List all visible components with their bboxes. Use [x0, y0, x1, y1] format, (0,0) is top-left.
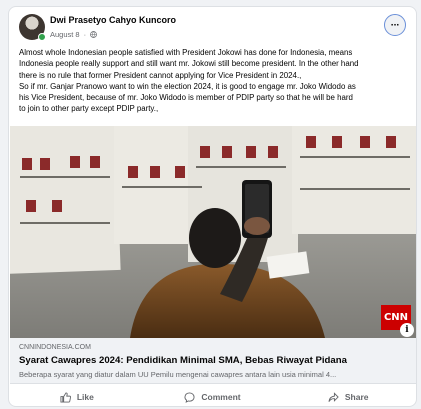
link-preview-image[interactable]: CNN i: [10, 126, 416, 338]
separator: ·: [83, 30, 87, 39]
globe-icon[interactable]: [90, 31, 97, 38]
post-text-line: there is no rule that former President c…: [19, 70, 302, 80]
post-actions: Like Comment Share: [9, 386, 416, 406]
post-date[interactable]: August 8: [50, 30, 80, 39]
link-description: Beberapa syarat yang diatur dalam UU Pem…: [19, 370, 337, 379]
post-text-line: So if mr. Ganjar Pranowo want to win the…: [19, 81, 356, 91]
like-label: Like: [76, 392, 94, 402]
post-header: Dwi Prasetyo Cahyo Kuncoro August 8 · ··…: [9, 7, 416, 45]
comment-icon: [184, 391, 195, 403]
post-card: Dwi Prasetyo Cahyo Kuncoro August 8 · ··…: [8, 6, 417, 407]
election-poster-photo: [10, 126, 416, 338]
link-preview[interactable]: CNNINDONESIA.COM Syarat Cawapres 2024: P…: [10, 338, 416, 384]
post-text-line: Indonesia people really support and stil…: [19, 59, 359, 69]
link-domain: CNNINDONESIA.COM: [19, 344, 91, 351]
link-title[interactable]: Syarat Cawapres 2024: Pendidikan Minimal…: [19, 355, 347, 366]
post-text: Almost whole Indonesian people satisfied…: [19, 47, 411, 115]
more-options-button[interactable]: ···: [384, 14, 406, 36]
thumbs-up-icon: [60, 391, 71, 403]
share-icon: [328, 391, 339, 402]
author-name[interactable]: Dwi Prasetyo Cahyo Kuncoro: [50, 15, 176, 25]
post-text-line: to join to other party except PDIP party…: [19, 104, 159, 114]
comment-label: Comment: [201, 392, 241, 402]
info-icon[interactable]: i: [400, 323, 414, 337]
share-label: Share: [344, 392, 369, 402]
online-status-indicator: [38, 33, 46, 41]
post-meta: August 8 ·: [50, 30, 97, 39]
post-text-line: his Vice President, because of mr. Joko …: [19, 93, 353, 103]
comment-button[interactable]: Comment: [145, 386, 281, 406]
post-text-line: Almost whole Indonesian people satisfied…: [19, 48, 353, 57]
like-button[interactable]: Like: [9, 386, 145, 406]
share-button[interactable]: Share: [280, 386, 416, 406]
